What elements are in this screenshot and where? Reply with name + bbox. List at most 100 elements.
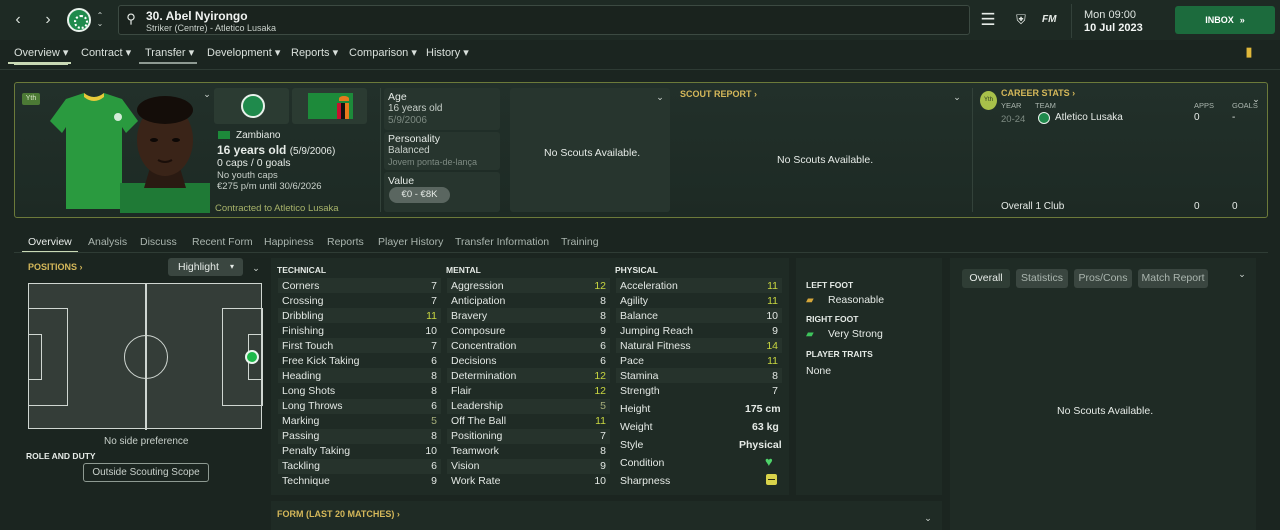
subtab-player-history[interactable]: Player History bbox=[378, 236, 443, 248]
technical-attr-row[interactable]: Technique 9 bbox=[278, 474, 441, 489]
career-stats-title: CAREER STATS bbox=[1001, 88, 1070, 98]
form-dropdown-chevron-icon[interactable]: ⌄ bbox=[922, 512, 934, 524]
club-badge-icon[interactable] bbox=[67, 8, 91, 32]
career-team[interactable]: Atletico Lusaka bbox=[1055, 112, 1123, 123]
technical-attr-row[interactable]: Dribbling 11 bbox=[278, 308, 441, 324]
technical-attr-row[interactable]: Marking 5 bbox=[278, 414, 441, 429]
mental-attr-row[interactable]: Leadership 5 bbox=[447, 398, 610, 414]
physical-attr-row[interactable]: Natural Fitness 14 bbox=[616, 338, 782, 354]
back-arrow-icon[interactable]: ‹ bbox=[6, 8, 30, 32]
attr-value: 6 bbox=[431, 354, 437, 367]
subtab-recent-form[interactable]: Recent Form bbox=[192, 236, 253, 248]
physical-attr-row[interactable]: Balance 10 bbox=[616, 308, 782, 324]
fm-logo[interactable]: FM bbox=[1042, 14, 1056, 25]
subtab-training[interactable]: Training bbox=[561, 236, 599, 248]
technical-attr-row[interactable]: Penalty Taking 10 bbox=[278, 444, 441, 459]
mental-attr-row[interactable]: Composure 9 bbox=[447, 323, 610, 338]
attr-value: 7 bbox=[431, 294, 437, 307]
technical-attr-row[interactable]: Tackling 6 bbox=[278, 458, 441, 474]
rp-tab-statistics[interactable]: Statistics bbox=[1016, 269, 1068, 288]
technical-attr-row[interactable]: Passing 8 bbox=[278, 428, 441, 444]
attr-name: Anticipation bbox=[451, 294, 506, 307]
mental-attr-row[interactable]: Bravery 8 bbox=[447, 308, 610, 324]
weight-label: Weight bbox=[620, 421, 653, 433]
menu-reports[interactable]: Reports ▾ bbox=[291, 46, 338, 63]
bookmark-icon[interactable]: ▮ bbox=[1243, 44, 1255, 59]
menu-icon[interactable]: ☰ bbox=[978, 10, 998, 30]
physical-attr-row[interactable]: Acceleration 11 bbox=[616, 278, 782, 293]
technical-attr-row[interactable]: Corners 7 bbox=[278, 278, 441, 293]
technical-attr-row[interactable]: Heading 8 bbox=[278, 368, 441, 384]
physical-attr-row[interactable]: Jumping Reach 9 bbox=[616, 323, 782, 338]
left-foot-label: LEFT FOOT bbox=[806, 280, 854, 290]
scout-report-chevron-icon[interactable]: ⌄ bbox=[951, 91, 963, 103]
attr-name: Flair bbox=[451, 384, 472, 397]
highlight-dropdown[interactable]: Highlight ▾ bbox=[168, 258, 243, 276]
career-dropdown-chevron-icon[interactable]: ⌄ bbox=[1250, 93, 1262, 105]
mental-attr-row[interactable]: Vision 9 bbox=[447, 458, 610, 474]
career-stats-link[interactable]: CAREER STATS › bbox=[1001, 88, 1075, 98]
subtab-happiness[interactable]: Happiness bbox=[264, 236, 314, 248]
contracted-club[interactable]: Contracted to Atletico Lusaka bbox=[215, 203, 339, 214]
player-subtitle: Striker (Centre) - Atletico Lusaka bbox=[146, 23, 277, 33]
mental-attr-row[interactable]: Teamwork 8 bbox=[447, 444, 610, 459]
subtab-analysis[interactable]: Analysis bbox=[88, 236, 127, 248]
club-switch-chevron-icon[interactable]: ⌃ ⌄ bbox=[94, 8, 106, 32]
mental-attr-row[interactable]: Aggression 12 bbox=[447, 278, 610, 293]
scouting-scope-button[interactable]: Outside Scouting Scope bbox=[83, 463, 209, 482]
subtab-transfer-information[interactable]: Transfer Information bbox=[455, 236, 549, 248]
form-link[interactable]: FORM (LAST 20 MATCHES) › bbox=[277, 509, 400, 519]
mental-attr-row[interactable]: Determination 12 bbox=[447, 368, 610, 384]
attr-value: 8 bbox=[431, 369, 437, 382]
physical-attr-row[interactable]: Agility 11 bbox=[616, 293, 782, 308]
attr-value: 9 bbox=[772, 324, 778, 337]
photo-dropdown-chevron-icon[interactable]: ⌄ bbox=[201, 88, 213, 100]
menu-comparison[interactable]: Comparison ▾ bbox=[349, 46, 417, 63]
rp-tab-overall[interactable]: Overall bbox=[962, 269, 1010, 288]
scout-dropdown-chevron-icon[interactable]: ⌄ bbox=[654, 91, 666, 103]
menu-history[interactable]: History ▾ bbox=[426, 46, 469, 63]
subtab-discuss[interactable]: Discuss bbox=[140, 236, 177, 248]
rp-dropdown-chevron-icon[interactable]: ⌄ bbox=[1236, 268, 1248, 280]
physical-attr-row[interactable]: Pace 11 bbox=[616, 353, 782, 368]
technical-attr-row[interactable]: Free Kick Taking 6 bbox=[278, 353, 441, 368]
mental-attr-row[interactable]: Work Rate 10 bbox=[447, 474, 610, 489]
mental-attr-row[interactable]: Anticipation 8 bbox=[447, 293, 610, 308]
subtab-overview[interactable]: Overview bbox=[28, 236, 72, 248]
career-divider bbox=[972, 88, 973, 212]
sharpness-indicator-icon bbox=[766, 474, 777, 485]
menu-transfer[interactable]: Transfer ▾ bbox=[145, 46, 194, 63]
no-scouts-message: No Scouts Available. bbox=[544, 147, 641, 159]
technical-attr-row[interactable]: Long Shots 8 bbox=[278, 383, 441, 398]
technical-attr-row[interactable]: First Touch 7 bbox=[278, 338, 441, 354]
attr-name: Pace bbox=[620, 354, 644, 367]
club-crest-icon[interactable]: ⛨ bbox=[1011, 10, 1031, 30]
attr-value: 6 bbox=[600, 339, 606, 352]
mental-attr-row[interactable]: Concentration 6 bbox=[447, 338, 610, 354]
physical-title: PHYSICAL bbox=[615, 265, 658, 275]
positions-options-chevron-icon[interactable]: ⌄ bbox=[250, 262, 262, 274]
mental-attr-row[interactable]: Positioning 7 bbox=[447, 428, 610, 444]
rp-tab-pros-cons[interactable]: Pros/Cons bbox=[1074, 269, 1132, 288]
mental-attr-row[interactable]: Off The Ball 11 bbox=[447, 414, 610, 429]
mental-attr-row[interactable]: Flair 12 bbox=[447, 383, 610, 398]
mental-attr-row[interactable]: Decisions 6 bbox=[447, 353, 610, 368]
menu-development[interactable]: Development ▾ bbox=[207, 46, 280, 63]
technical-attr-row[interactable]: Finishing 10 bbox=[278, 323, 441, 338]
physical-attr-row[interactable]: Stamina 8 bbox=[616, 368, 782, 384]
attr-value: 12 bbox=[594, 369, 606, 382]
inbox-button[interactable]: INBOX » bbox=[1175, 6, 1275, 34]
positions-link[interactable]: POSITIONS › bbox=[28, 262, 83, 272]
physical-attr-row[interactable]: Strength 7 bbox=[616, 383, 782, 398]
technical-attr-row[interactable]: Long Throws 6 bbox=[278, 398, 441, 414]
scout-report-link[interactable]: SCOUT REPORT › bbox=[680, 89, 757, 99]
subtab-reports[interactable]: Reports bbox=[327, 236, 364, 248]
forward-arrow-icon[interactable]: › bbox=[36, 8, 60, 32]
attr-value: 7 bbox=[600, 430, 606, 443]
menu-reports-label: Reports bbox=[291, 47, 330, 59]
rp-tab-match-report[interactable]: Match Report bbox=[1138, 269, 1208, 288]
positions-title: POSITIONS bbox=[28, 262, 78, 272]
menu-contract[interactable]: Contract ▾ bbox=[81, 46, 131, 63]
technical-attr-row[interactable]: Crossing 7 bbox=[278, 293, 441, 308]
attr-name: Technique bbox=[282, 475, 330, 488]
